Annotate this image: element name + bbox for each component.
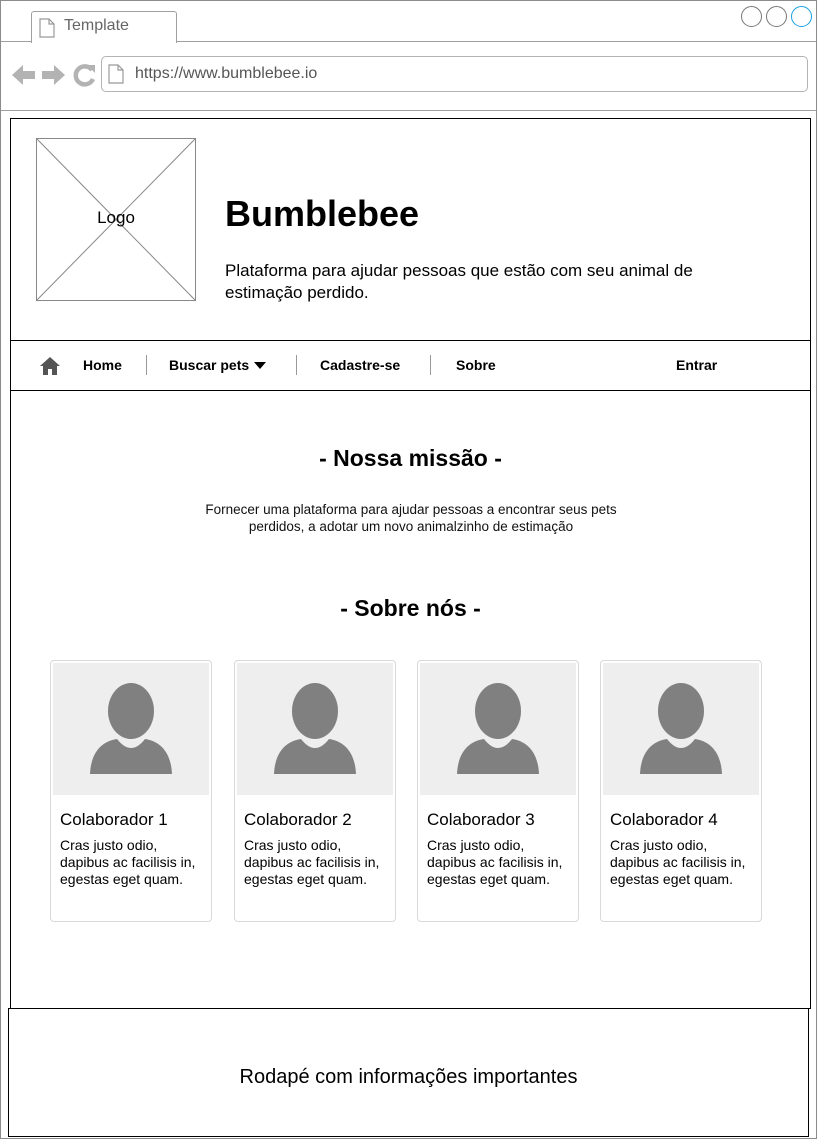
mission-text: Fornecer uma plataforma para ajudar pess… [205,502,617,534]
reload-icon[interactable] [73,64,96,87]
navigation-buttons [12,62,98,93]
site-footer: Rodapé com informações importantes [8,1008,809,1137]
footer-text: Rodapé com informações importantes [239,1066,578,1088]
mission-title: - Nossa missão - [319,445,502,471]
forward-arrow-icon[interactable] [42,65,65,85]
card-text: Cras justo odio, dapibus ac facilisis in… [610,837,746,887]
site-header: Logo Bumblebee Plataforma para ajudar pe… [11,119,810,341]
card-title: Colaborador 3 [427,810,535,829]
avatar [237,663,393,795]
card-title: Colaborador 2 [244,810,352,829]
url-text: https://www.bumblebee.io [135,65,318,82]
url-field[interactable]: https://www.bumblebee.io [101,56,808,92]
team-card: Colaborador 3 Cras justo odio, dapibus a… [417,660,579,922]
back-arrow-icon[interactable] [12,65,35,85]
avatar [603,663,759,795]
nav-divider [146,355,147,375]
home-icon[interactable] [39,356,61,381]
card-text: Cras justo odio, dapibus ac facilisis in… [60,837,196,887]
caret-down-icon [254,362,267,369]
card-title: Colaborador 4 [610,810,718,829]
site-title: Bumblebee [225,193,420,234]
team-card: Colaborador 2 Cras justo odio, dapibus a… [234,660,396,922]
nav-search-pets-label: Buscar pets [169,357,250,373]
site-description: Plataforma para ajudar pessoas que estão… [225,261,693,302]
close-button[interactable] [791,6,812,27]
nav-search-pets[interactable]: Buscar pets [169,357,267,373]
page-icon [108,64,124,89]
address-bar: https://www.bumblebee.io [1,43,816,111]
team-card: Colaborador 1 Cras justo odio, dapibus a… [50,660,212,922]
tab-title: Template [64,17,129,34]
nav-home[interactable]: Home [83,357,122,373]
nav-login[interactable]: Entrar [676,357,717,373]
browser-tab[interactable]: Template [31,11,177,43]
nav-about[interactable]: Sobre [456,357,496,373]
user-icon [274,683,356,774]
page-content: Logo Bumblebee Plataforma para ajudar pe… [10,118,811,1009]
nav-register[interactable]: Cadastre-se [320,357,400,373]
main-nav: Home Buscar pets Cadastre-se Sobre Entra… [11,341,810,391]
minimize-button[interactable] [741,6,762,27]
tab-bar: Template [1,1,816,43]
card-title: Colaborador 1 [60,810,168,829]
nav-divider [430,355,431,375]
logo-placeholder: Logo [36,138,196,301]
user-icon [457,683,539,774]
avatar [420,663,576,795]
card-text: Cras justo odio, dapibus ac facilisis in… [244,837,380,887]
card-text: Cras justo odio, dapibus ac facilisis in… [427,837,563,887]
nav-divider [296,355,297,375]
page-icon [39,18,55,43]
team-card: Colaborador 4 Cras justo odio, dapibus a… [600,660,762,922]
maximize-button[interactable] [766,6,787,27]
user-icon [640,683,722,774]
avatar [53,663,209,795]
user-icon [90,683,172,774]
logo-label: Logo [97,208,135,227]
about-title: - Sobre nós - [340,595,481,621]
